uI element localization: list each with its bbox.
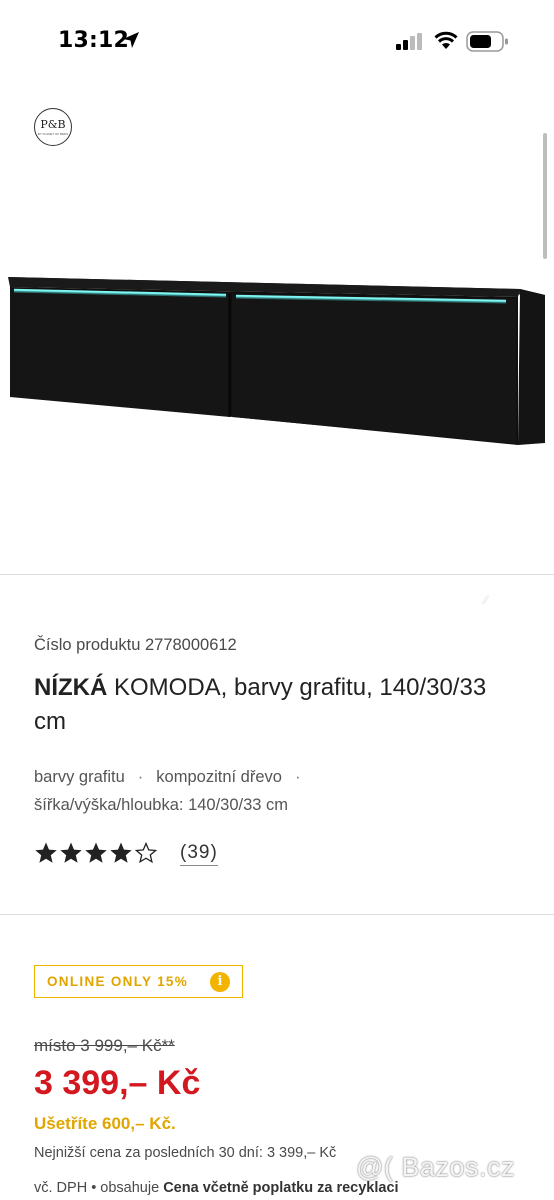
divider xyxy=(0,914,554,915)
star-filled-icon xyxy=(60,842,82,863)
status-bar: 13:12 xyxy=(0,0,554,80)
lowest-price-note: Nejnižší cena za posledních 30 dní: 3 39… xyxy=(34,1145,337,1161)
attribute-material: kompozitní dřevo xyxy=(156,768,282,786)
brand-logo: P&B BY PLANET OF BEDS xyxy=(34,108,72,146)
battery-icon xyxy=(466,31,508,52)
star-empty-icon xyxy=(134,841,158,864)
cellular-signal-icon xyxy=(396,33,422,50)
location-arrow-icon xyxy=(123,32,139,48)
product-title: NÍZKÁ KOMODA, barvy grafitu, 140/30/33 c… xyxy=(34,671,514,739)
attribute-dimensions: šířka/výška/hloubka: 140/30/33 cm xyxy=(34,796,289,814)
brand-logo-subtext: BY PLANET OF BEDS xyxy=(37,132,69,136)
status-time: 13:12 xyxy=(58,28,130,53)
product-number: Číslo produktu 2778000612 xyxy=(34,636,237,654)
bazos-watermark: @( Bazos.cz xyxy=(356,1152,515,1182)
star-filled-icon xyxy=(35,842,57,863)
star-filled-icon xyxy=(85,842,107,863)
divider xyxy=(0,574,554,575)
savings-text: Ušetříte 600,– Kč. xyxy=(34,1114,176,1133)
badge-label: ONLINE ONLY 15% xyxy=(47,974,189,989)
rating-stars[interactable] xyxy=(34,841,158,865)
brand-logo-text: P&B xyxy=(40,118,66,131)
rating-count-link[interactable]: (39) xyxy=(180,842,218,866)
info-icon[interactable]: i xyxy=(210,972,230,992)
image-scrollbar[interactable] xyxy=(543,133,547,259)
online-only-badge: ONLINE ONLY 15% i xyxy=(34,965,243,998)
attribute-separator: · xyxy=(137,768,144,786)
product-title-bold: NÍZKÁ xyxy=(34,674,108,701)
attribute-color: barvy grafitu xyxy=(34,768,125,786)
vat-prefix: vč. DPH • obsahuje xyxy=(34,1180,160,1196)
wifi-icon xyxy=(434,31,458,49)
image-watermark: ⁄⁄ xyxy=(484,593,489,607)
current-price: 3 399,– Kč xyxy=(34,1064,201,1102)
attribute-separator: · xyxy=(294,768,301,786)
original-price: místo 3 999,– Kč** xyxy=(34,1036,175,1055)
vat-note: vč. DPH • obsahuje Cena včetně poplatku … xyxy=(34,1180,399,1196)
star-filled-icon xyxy=(110,842,132,863)
product-image-tv-cabinet xyxy=(8,277,545,445)
product-attributes: barvy grafitu · kompozitní dřevo · šířka/vý… xyxy=(34,763,514,819)
